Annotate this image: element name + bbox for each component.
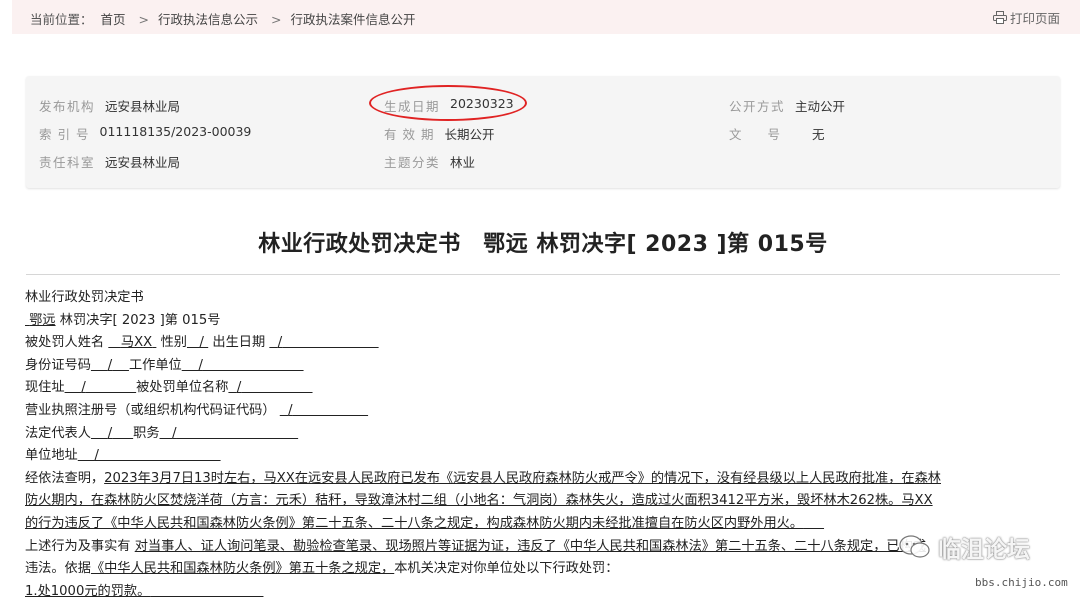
field-label: 营业执照注册号（或组织机构代码证代码） xyxy=(25,402,276,418)
meta-index: 索引号 011118135/2023-00039 xyxy=(39,124,251,143)
penalty-item: 1.处1000元的罚款。 xyxy=(25,583,151,599)
field-value: / xyxy=(288,402,293,418)
body-line: 身份证号码 / 工作单位 / xyxy=(25,355,1065,378)
field-value: / xyxy=(199,335,204,351)
decision-text: 本机关决定对你单位处以下行政处罚： xyxy=(394,561,619,577)
field-label: 性别 xyxy=(160,335,187,351)
meta-docno-label: 文号 xyxy=(729,127,807,142)
field-label: 工作单位 xyxy=(128,357,182,373)
watermark-url: bbs.chijio.com xyxy=(972,576,1071,589)
field-label: 被处罚单位名称 xyxy=(136,380,229,396)
breadcrumb-sep: > xyxy=(138,12,149,27)
finding-intro: 经依法查明， xyxy=(25,470,105,486)
basis-intro: 违法。依据 xyxy=(25,561,91,577)
breadcrumb-prefix: 当前位置： xyxy=(30,12,93,27)
meta-topic-value: 林业 xyxy=(450,155,476,170)
title-divider xyxy=(26,274,1060,275)
meta-dept: 责任科室 远安县林业局 xyxy=(39,152,180,171)
body-line: 经依法查明，2023年3月7日13时左右，马XX在远安县人民政府已发布《远安县人… xyxy=(25,468,1065,491)
forum-watermark: 临沮论坛 xyxy=(898,530,1030,564)
doc-number: 林罚决字[ 2023 ]第 015号 xyxy=(55,312,221,328)
evidence-text: 对当事人、证人询问笔录、勘验检查笔录、现场照片等证据为证，违反了《中华人民共和国… xyxy=(134,538,926,554)
meta-publisher: 发布机构 远安县林业局 xyxy=(39,96,180,115)
metadata-panel: 发布机构 远安县林业局 生成日期 20230323 公开方式 主动公开 索引号 … xyxy=(26,76,1060,188)
date-highlight-circle xyxy=(369,85,527,121)
printer-icon xyxy=(992,11,1007,24)
field-value: / xyxy=(81,380,86,396)
breadcrumb: 当前位置： 首页 > 行政执法信息公示 > 行政执法案件信息公开 xyxy=(30,9,419,28)
body-line: 防火期内，在森林防火区焚烧洋荷（方言：元禾）秸秆，导致漳沐村二组（小地名：气洞岗… xyxy=(25,490,1065,513)
body-line: 法定代表人 / 职务 / xyxy=(25,423,1065,446)
basis-text: 《中华人民共和国森林防火条例》第五十条之规定， xyxy=(90,561,395,577)
meta-index-value: 011118135/2023-00039 xyxy=(99,124,252,139)
field-value: / xyxy=(198,357,203,373)
breadcrumb-case-info[interactable]: 行政执法案件信息公开 xyxy=(290,12,415,27)
print-label: 打印页面 xyxy=(1009,11,1060,26)
meta-validity-label: 有效期 xyxy=(384,127,440,142)
breadcrumb-enforcement-info[interactable]: 行政执法信息公示 xyxy=(158,12,258,27)
meta-topic: 主题分类 林业 xyxy=(384,152,475,171)
body-line: 单位地址 / xyxy=(25,445,1065,468)
meta-docno: 文号 无 xyxy=(729,124,825,143)
meta-dept-value: 远安县林业局 xyxy=(105,155,181,170)
meta-validity-value: 长期公开 xyxy=(444,127,495,142)
body-line: 被处罚人姓名 马XX 性别 / 出生日期 / xyxy=(25,332,1065,355)
print-button[interactable]: 打印页面 xyxy=(992,8,1060,27)
field-value: / xyxy=(107,425,113,441)
field-label: 法定代表人 xyxy=(25,425,91,441)
meta-index-label: 索引号 xyxy=(39,127,95,142)
meta-open-mode: 公开方式 主动公开 xyxy=(729,96,845,115)
meta-validity: 有效期 长期公开 xyxy=(384,124,495,143)
field-label: 职务 xyxy=(133,425,160,441)
meta-publisher-value: 远安县林业局 xyxy=(105,99,181,114)
finding-text: 的行为违反了《中华人民共和国森林防火条例》第二十五条、二十八条之规定，构成森林防… xyxy=(25,515,804,531)
meta-open-mode-value: 主动公开 xyxy=(795,99,846,114)
finding-text: 防火期内，在森林防火区焚烧洋荷（方言：元禾）秸秆，导致漳沐村二组（小地名：气洞岗… xyxy=(25,493,933,509)
meta-dept-label: 责任科室 xyxy=(39,155,96,170)
field-label: 出生日期 xyxy=(212,335,266,351)
field-label: 单位地址 xyxy=(25,448,78,464)
body-line: 林业行政处罚决定书 xyxy=(25,287,1065,310)
meta-topic-label: 主题分类 xyxy=(384,155,441,170)
breadcrumb-sep: > xyxy=(270,12,282,27)
field-value: / xyxy=(107,357,113,373)
field-value: / xyxy=(277,335,283,351)
meta-docno-value: 无 xyxy=(812,127,825,142)
field-value: / xyxy=(94,448,99,464)
watermark-text: 临沮论坛 xyxy=(938,537,1030,563)
body-line: 现住址 / 被处罚单位名称 / xyxy=(25,377,1065,400)
field-label: 现住址 xyxy=(25,380,65,396)
body-line: 营业执照注册号（或组织机构代码证代码） / xyxy=(25,400,1065,423)
doc-heading: 林业行政处罚决定书 xyxy=(25,290,144,305)
chat-bubble-icon xyxy=(899,535,930,558)
field-value: 马XX xyxy=(120,335,153,351)
body-line: 1.处1000元的罚款。 xyxy=(25,581,1065,603)
meta-publisher-label: 发布机构 xyxy=(39,99,96,114)
body-line: 鄂远 林罚决字[ 2023 ]第 015号 xyxy=(25,310,1065,333)
field-label: 被处罚人姓名 xyxy=(25,335,105,351)
evidence-intro: 上述行为及事实有 xyxy=(25,538,135,554)
breadcrumb-home[interactable]: 首页 xyxy=(101,12,126,27)
breadcrumb-bar: 当前位置： 首页 > 行政执法信息公示 > 行政执法案件信息公开 打印页面 xyxy=(12,0,1080,34)
document-title: 林业行政处罚决定书 鄂远 林罚决字[ 2023 ]第 015号 xyxy=(258,232,828,257)
doc-number-prefix: 鄂远 xyxy=(29,312,56,328)
field-label: 身份证号码 xyxy=(25,357,91,373)
meta-open-mode-label: 公开方式 xyxy=(729,99,786,114)
finding-text: 2023年3月7日13时左右，马XX在远安县人民政府已发布《远安县人民政府森林防… xyxy=(104,470,941,486)
field-value: / xyxy=(172,425,177,441)
field-value: / xyxy=(236,380,242,396)
